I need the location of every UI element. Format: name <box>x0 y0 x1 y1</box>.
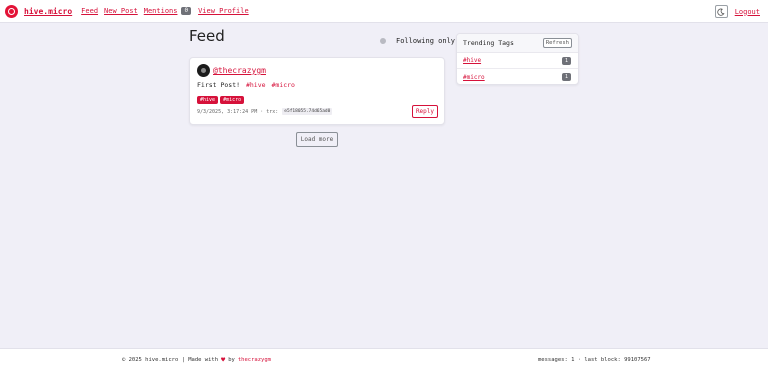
tag-badge-hive[interactable]: #hive <box>197 96 219 104</box>
heart-icon: ♥ <box>221 355 226 364</box>
post-card: @thecrazygm First Post! #hive #micro #hi… <box>189 57 445 125</box>
avatar[interactable] <box>197 64 210 77</box>
trending-tag-link-micro[interactable]: #micro <box>463 74 485 81</box>
trending-count-badge: 1 <box>561 73 571 81</box>
trending-header: Trending Tags Refresh <box>457 34 578 53</box>
trx-id: e5f18055.74d65ad0 <box>282 108 333 115</box>
post-tags: #hive #micro <box>197 96 437 104</box>
reply-button[interactable]: Reply <box>411 105 438 118</box>
nav-feed-link[interactable]: Feed <box>81 7 98 15</box>
theme-toggle-icon <box>717 8 725 16</box>
post-meta: 9/3/2025, 3:17:24 PM · trx: e5f18055.74d… <box>197 108 333 115</box>
footer-by: by <box>228 356 235 363</box>
trending-tag-link-hive[interactable]: #hive <box>463 57 481 64</box>
following-only-toggle[interactable]: Following only <box>380 37 455 45</box>
trending-tags-panel: Trending Tags Refresh #hive 1 #micro 1 <box>456 33 579 85</box>
inline-tag-link-micro[interactable]: #micro <box>271 81 294 89</box>
trx-label: trx: <box>266 108 279 115</box>
nav-mentions-link[interactable]: Mentions <box>144 7 178 15</box>
post-body-text: First Post! <box>197 81 241 89</box>
following-only-label: Following only <box>396 37 456 45</box>
meta-separator: · <box>260 108 264 115</box>
post-author-link[interactable]: @thecrazygm <box>213 66 266 75</box>
refresh-button[interactable]: Refresh <box>542 38 572 48</box>
page-title: Feed <box>189 27 225 45</box>
trending-row: #hive 1 <box>457 53 578 69</box>
post-text: First Post! #hive #micro <box>197 81 437 89</box>
tag-badge-micro[interactable]: #micro <box>220 96 245 104</box>
trending-row: #micro 1 <box>457 69 578 85</box>
footer-status: messages: 1 · last block: 99107567 <box>538 356 651 363</box>
footer: © 2025 hive.micro | Made with ♥ by thecr… <box>0 348 768 370</box>
nav-view-profile-link[interactable]: View Profile <box>198 7 249 15</box>
trending-count-badge: 1 <box>561 56 571 65</box>
logout-link[interactable]: Logout <box>735 8 760 16</box>
toggle-switch[interactable] <box>380 38 386 44</box>
footer-copyright: © 2025 hive.micro | Made with <box>122 356 219 363</box>
mentions-count-badge: 0 <box>181 7 192 15</box>
hive-logo-icon[interactable] <box>5 4 18 18</box>
inline-tag-link-hive[interactable]: #hive <box>246 81 266 89</box>
post-timestamp: 9/3/2025, 3:17:24 PM <box>197 108 258 115</box>
brand-link[interactable]: hive.micro <box>24 7 72 16</box>
load-more-button[interactable]: Load more <box>296 132 338 147</box>
theme-toggle-button[interactable] <box>714 5 728 18</box>
top-navbar: hive.micro Feed New Post Mentions 0 View… <box>0 0 768 23</box>
nav-new-post-link[interactable]: New Post <box>104 7 138 15</box>
footer-author-link[interactable]: thecrazygm <box>238 357 271 363</box>
trending-title: Trending Tags <box>463 39 514 47</box>
